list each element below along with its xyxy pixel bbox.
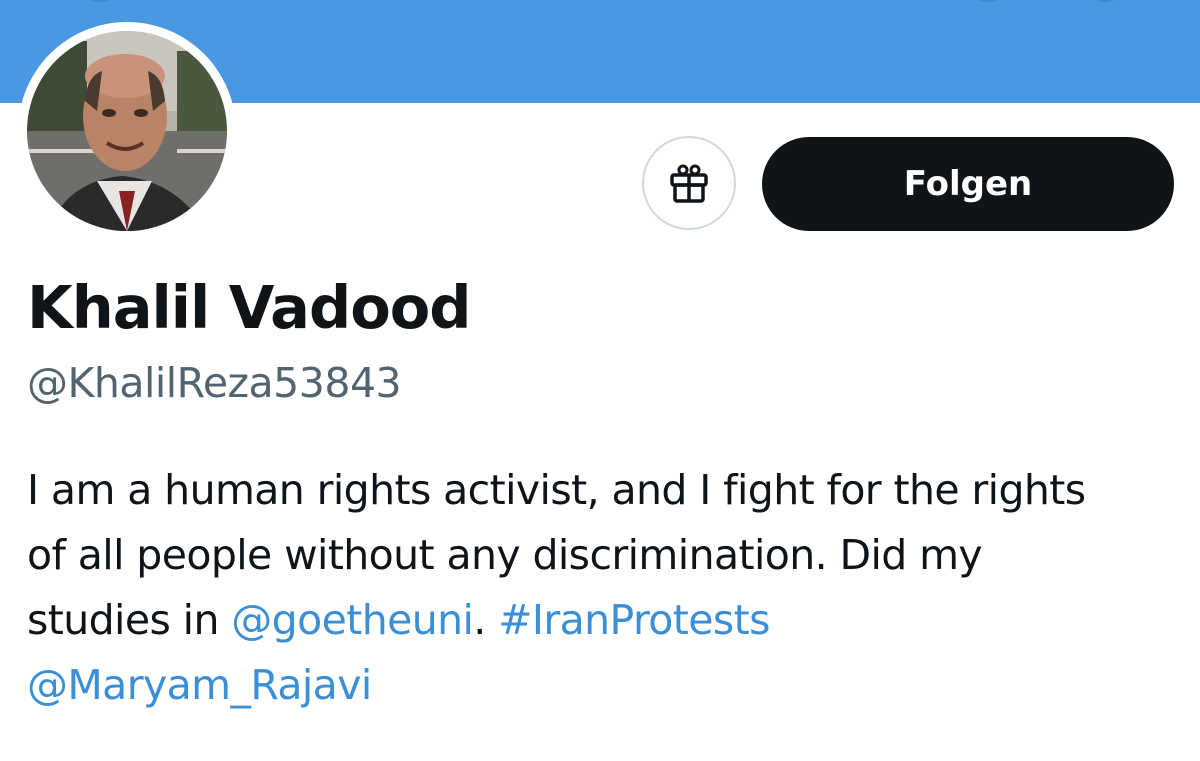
bio-line: I am a human rights activist, and I figh… xyxy=(27,466,1086,514)
bio-text: . xyxy=(473,596,499,644)
cut-off-text-line xyxy=(27,742,407,761)
mention-link-maryam-rajavi[interactable]: @Maryam_Rajavi xyxy=(27,661,372,709)
banner-top-icon xyxy=(1085,0,1125,2)
profile-bio: I am a human rights activist, and I figh… xyxy=(27,458,1177,718)
gift-button[interactable] xyxy=(642,136,736,230)
bio-line: of all people without any discrimination… xyxy=(27,531,983,579)
gift-icon xyxy=(670,164,708,203)
hashtag-link-iranprotests[interactable]: #IranProtests xyxy=(498,596,770,644)
avatar[interactable] xyxy=(18,22,236,240)
mention-link-goetheuni[interactable]: @goetheuni xyxy=(231,596,474,644)
banner-top-icon xyxy=(968,0,1008,2)
profile-photo xyxy=(27,31,227,231)
banner-top-icon xyxy=(80,0,120,2)
bio-line: @Maryam_Rajavi xyxy=(27,653,1177,718)
display-name: Khalil Vadood xyxy=(27,273,472,342)
user-handle: @KhalilReza53843 xyxy=(27,359,402,407)
follow-button[interactable]: Folgen xyxy=(762,137,1174,231)
bio-text: studies in xyxy=(27,596,232,644)
bio-line: studies in @goetheuni. #IranProtests xyxy=(27,588,1177,653)
